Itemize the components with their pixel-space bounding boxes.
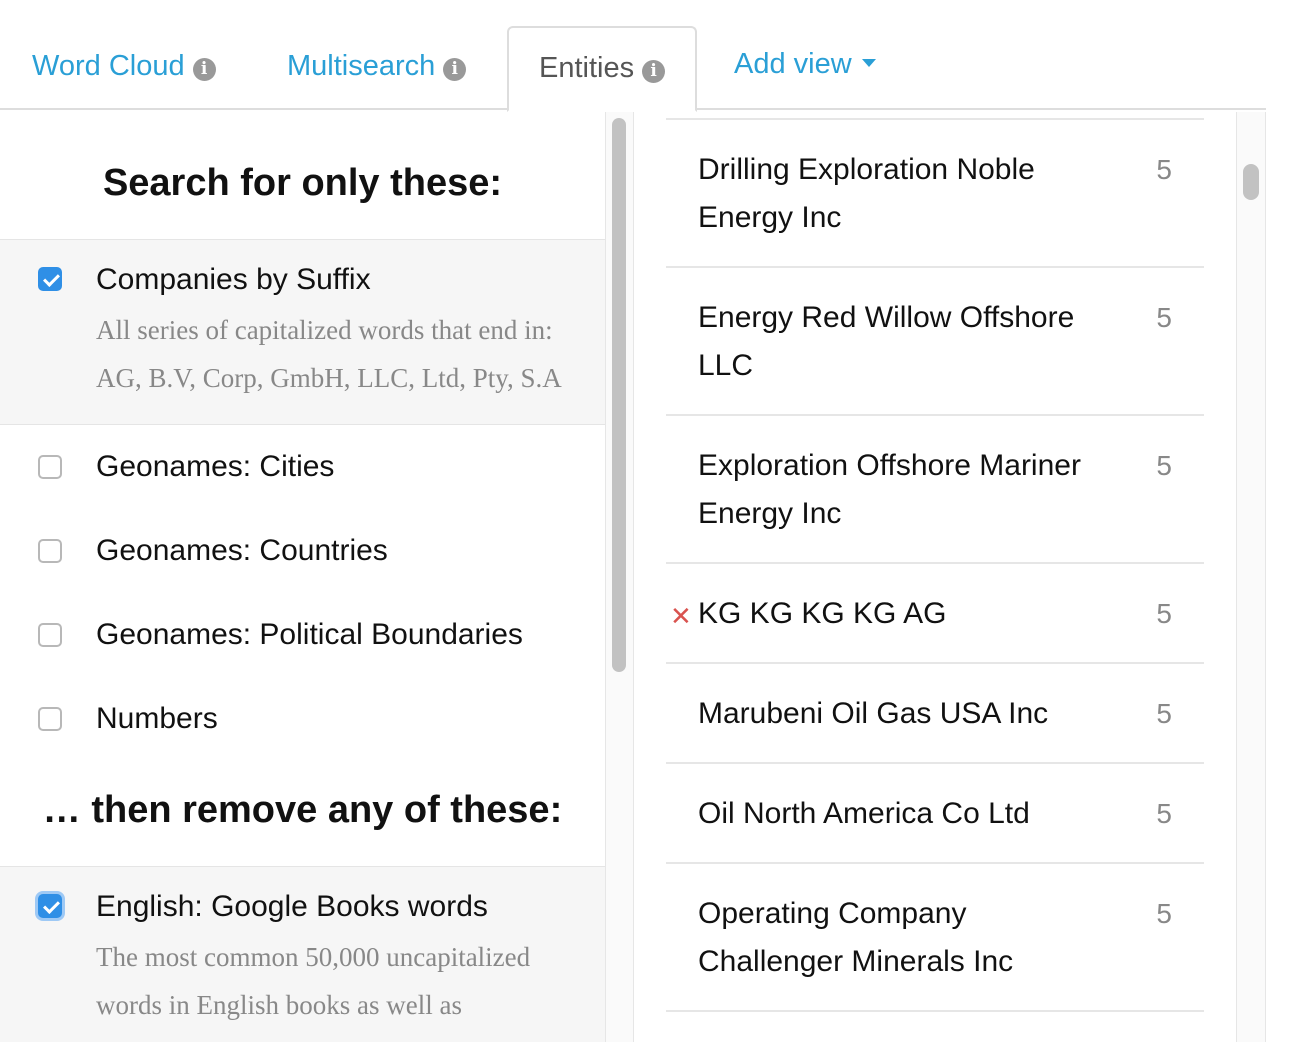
filter-panel-scrollbar-thumb[interactable] xyxy=(612,118,626,672)
entity-name: Energy Red Willow Offshore LLC xyxy=(698,301,1075,382)
entity-list-scrollbar-thumb[interactable] xyxy=(1243,164,1259,200)
entity-count: 5 xyxy=(1156,698,1172,729)
entity-count: 5 xyxy=(1156,302,1172,333)
entity-count: 5 xyxy=(1156,898,1172,929)
entity-list: Drilling Exploration Noble Energy Inc 5 … xyxy=(666,112,1204,1042)
tab-label: Word Cloud xyxy=(32,50,185,82)
tab-word-cloud[interactable]: Word Cloud i xyxy=(32,26,216,110)
info-icon[interactable]: i xyxy=(443,58,467,81)
entity-count: 5 xyxy=(1156,798,1172,829)
entity-row[interactable]: Energy Red Willow Offshore LLC 5 xyxy=(666,268,1204,416)
entity-count: 5 xyxy=(1156,154,1172,185)
tab-multisearch[interactable]: Multisearch i xyxy=(287,26,467,110)
tab-label: Multisearch xyxy=(287,50,436,82)
entity-count: 5 xyxy=(1156,598,1172,629)
tab-entities[interactable]: Entities i xyxy=(507,26,697,112)
option-english-google-books-words[interactable]: English: Google Books words The most com… xyxy=(0,866,605,1042)
option-label: Geonames: Countries xyxy=(96,534,388,567)
entity-row[interactable]: Exploration Offshore Mariner Energy Inc … xyxy=(666,416,1204,564)
tab-label: Add view xyxy=(734,48,852,80)
view-tabs: Word Cloud i Multisearch i Entities i Add v… xyxy=(0,0,1266,112)
geonames-cities-checkbox[interactable] xyxy=(38,455,62,479)
entity-list-scrollbar[interactable] xyxy=(1236,112,1266,1042)
entity-count: 5 xyxy=(1156,450,1172,481)
companies-by-suffix-checkbox[interactable] xyxy=(38,267,62,291)
entity-row-removed[interactable]: ✕ KG KG KG KG AG 5 xyxy=(666,564,1204,664)
include-section-title: Search for only these: xyxy=(102,162,503,204)
info-icon[interactable]: i xyxy=(642,60,666,83)
option-label: Numbers xyxy=(96,702,218,735)
option-label: English: Google Books words xyxy=(96,890,488,923)
info-icon[interactable]: i xyxy=(192,58,216,81)
numbers-checkbox[interactable] xyxy=(38,707,62,731)
entity-name: Marubeni Oil Gas USA Inc xyxy=(698,697,1049,730)
option-companies-by-suffix[interactable]: Companies by Suffix All series of capita… xyxy=(0,239,605,425)
remove-icon[interactable]: ✕ xyxy=(670,592,692,640)
exclude-section-title: … then remove any of these: xyxy=(42,789,563,831)
entity-row[interactable]: Marubeni Oil Gas USA Inc 5 xyxy=(666,664,1204,764)
english-google-books-checkbox[interactable] xyxy=(38,894,62,918)
geonames-political-boundaries-checkbox[interactable] xyxy=(38,623,62,647)
entity-name: KG KG KG KG AG xyxy=(698,597,947,630)
option-label: Geonames: Cities xyxy=(96,450,335,483)
entity-name: Oil North America Co Ltd xyxy=(698,797,1030,830)
tab-label: Entities xyxy=(539,52,635,84)
geonames-countries-checkbox[interactable] xyxy=(38,539,62,563)
option-description: The most common 50,000 uncapitalized wor… xyxy=(96,942,531,1020)
option-geonames-countries[interactable]: Geonames: Countries xyxy=(0,509,605,593)
option-label: Geonames: Political Boundaries xyxy=(96,618,523,651)
entity-row[interactable]: Drilling Exploration Noble Energy Inc 5 xyxy=(666,118,1204,268)
entity-name: Operating Company Challenger Minerals In… xyxy=(698,897,1014,978)
option-numbers[interactable]: Numbers xyxy=(0,677,605,761)
option-label: Companies by Suffix xyxy=(96,263,371,296)
entity-name: Drilling Exploration Noble Energy Inc xyxy=(698,153,1035,234)
option-description: All series of capitalized words that end… xyxy=(96,315,562,393)
entity-row[interactable]: Operating Company Challenger Minerals In… xyxy=(666,864,1204,1012)
entity-row[interactable]: Oil North America Co Ltd 5 xyxy=(666,764,1204,864)
filter-panel: Search for only these: Companies by Suff… xyxy=(0,112,606,1042)
entity-name: Exploration Offshore Mariner Energy Inc xyxy=(698,449,1081,530)
option-geonames-cities[interactable]: Geonames: Cities xyxy=(0,425,605,509)
option-geonames-political-boundaries[interactable]: Geonames: Political Boundaries xyxy=(0,593,605,677)
caret-down-icon xyxy=(861,59,876,67)
add-view-dropdown[interactable]: Add view xyxy=(734,26,876,110)
